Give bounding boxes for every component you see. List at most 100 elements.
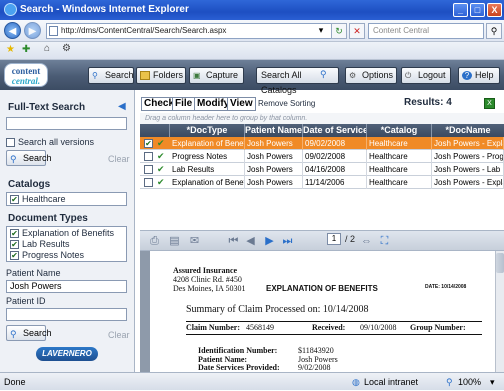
export-excel-icon[interactable]: X bbox=[484, 98, 495, 109]
row-checkbox[interactable] bbox=[144, 178, 153, 187]
forward-button[interactable]: ▶ bbox=[24, 22, 41, 39]
cell-docname: Josh Powers - Lab Res bbox=[432, 163, 504, 176]
index-clear-link[interactable]: Clear bbox=[108, 330, 130, 340]
stop-icon[interactable]: ✕ bbox=[349, 23, 365, 39]
doc-received-value: 09/10/2008 bbox=[360, 323, 397, 332]
doc-address-2: Des Moines, IA 50301 bbox=[173, 284, 246, 293]
folders-button[interactable]: Folders bbox=[136, 67, 186, 84]
zoom-icon[interactable]: ⚲ bbox=[446, 373, 453, 391]
fullscreen-icon[interactable]: ⛶ bbox=[378, 235, 391, 247]
header-patient-name[interactable]: Patient Name bbox=[245, 124, 303, 137]
search-sidebar: Full-Text Search ◀ Search all versions ⚲… bbox=[0, 90, 135, 372]
cell-catalog: Healthcare bbox=[367, 150, 432, 163]
address-dropdown-icon[interactable]: ▾ bbox=[313, 23, 329, 39]
doc-claim-label: Claim Number: bbox=[186, 323, 240, 332]
row-checkbox[interactable]: ✔ bbox=[144, 139, 153, 148]
search-icon: ⚲ bbox=[10, 154, 17, 164]
header-doctype[interactable]: *DocType bbox=[170, 124, 245, 137]
url-input[interactable]: http://dms/ContentCentral/Search/Search.… bbox=[46, 23, 336, 39]
zoom-level[interactable]: 100% bbox=[458, 373, 481, 391]
patient-id-input[interactable] bbox=[6, 308, 127, 321]
header-docname[interactable]: *DocName bbox=[432, 124, 504, 137]
patient-id-label: Patient ID bbox=[6, 296, 46, 306]
fulltext-search-label: Search bbox=[23, 153, 52, 163]
header-date-of-service[interactable]: Date of Service ▼ bbox=[303, 124, 367, 137]
search-all-versions-label: Search all versions bbox=[18, 137, 95, 147]
doctype-progress-notes-checkbox[interactable]: ✔ bbox=[10, 251, 19, 260]
row-checkbox[interactable] bbox=[144, 152, 153, 161]
close-button[interactable]: X bbox=[487, 3, 502, 17]
row-status-icon: ✔ bbox=[157, 151, 165, 161]
remove-sorting-link[interactable]: Remove Sorting bbox=[258, 99, 315, 108]
next-page-icon[interactable]: ▶ bbox=[263, 235, 276, 247]
maximize-button[interactable]: □ bbox=[470, 3, 485, 17]
cell-doctype: Explanation of Benefits bbox=[172, 176, 245, 189]
email-icon[interactable]: ✉ bbox=[188, 235, 201, 247]
menu-view[interactable]: View bbox=[227, 97, 256, 111]
capture-button[interactable]: ▣ Capture bbox=[189, 67, 244, 84]
doctype-eob-checkbox[interactable]: ✔ bbox=[10, 229, 19, 238]
cell-date: 04/16/2008 bbox=[303, 163, 367, 176]
home-icon[interactable]: ⌂ bbox=[44, 43, 50, 54]
menu-file[interactable]: File bbox=[172, 97, 196, 111]
search-button[interactable]: ⚲ Search bbox=[88, 67, 134, 84]
cell-catalog: Healthcare bbox=[367, 176, 432, 189]
search-all-versions-checkbox[interactable] bbox=[6, 138, 15, 147]
collapse-arrow-icon[interactable]: ◀ bbox=[118, 101, 126, 112]
catalogs-list: ✔ Healthcare bbox=[6, 192, 127, 206]
row-status-icon: ✔ bbox=[157, 138, 165, 148]
refresh-icon[interactable]: ↻ bbox=[331, 23, 347, 39]
doctype-progress-notes-label: Progress Notes bbox=[22, 250, 85, 260]
fit-width-icon[interactable]: ⇔ bbox=[360, 235, 373, 247]
table-row[interactable]: ✔ Explanation of BenefitsJosh Powers11/14… bbox=[140, 176, 504, 189]
row-status-icon: ✔ bbox=[157, 177, 165, 187]
fulltext-clear-link[interactable]: Clear bbox=[108, 154, 130, 164]
fulltext-search-input[interactable] bbox=[6, 117, 127, 130]
doc-ident-value: $11843920 bbox=[298, 346, 334, 355]
search-go-icon[interactable]: ⚲ bbox=[486, 23, 502, 39]
options-button[interactable]: ⚙ Options bbox=[345, 67, 397, 84]
cell-doctype: Explanation of Benefits bbox=[172, 137, 245, 150]
scroll-thumb[interactable] bbox=[496, 253, 504, 273]
catalog-healthcare-checkbox[interactable]: ✔ bbox=[10, 195, 19, 204]
index-search-button[interactable]: ⚲ Search bbox=[6, 325, 52, 341]
intranet-globe-icon: ◍ bbox=[352, 377, 360, 387]
folders-label: Folders bbox=[153, 70, 184, 80]
tools-gear-icon[interactable]: ⚙ bbox=[62, 43, 71, 54]
row-checkbox[interactable] bbox=[144, 165, 153, 174]
table-row[interactable]: ✔ Progress Notes Josh Powers 09/02/2008 Heal… bbox=[140, 150, 504, 163]
cell-date: 11/14/2006 bbox=[303, 176, 367, 189]
document-types-title: Document Types bbox=[8, 213, 88, 224]
header-catalog[interactable]: *Catalog bbox=[367, 124, 432, 137]
help-button[interactable]: ? Help bbox=[458, 67, 500, 84]
viewer-scrollbar[interactable] bbox=[495, 251, 504, 372]
cell-patient: Josh Powers bbox=[245, 163, 303, 176]
table-row[interactable]: ✔ ✔ Explanation of BenefitsJosh Powers09/0… bbox=[140, 137, 504, 150]
doctype-lab-results-checkbox[interactable]: ✔ bbox=[10, 240, 19, 249]
back-button[interactable]: ◀ bbox=[4, 22, 21, 39]
table-row[interactable]: ✔ Lab Results Josh Powers 04/16/2008 Healthc… bbox=[140, 163, 504, 176]
fulltext-search-button[interactable]: ⚲ Search bbox=[6, 150, 52, 166]
vendor-logo: LAVERNERO bbox=[36, 347, 98, 361]
page-number-input[interactable]: 1 bbox=[327, 233, 341, 245]
logout-button[interactable]: ⏻ Logout bbox=[401, 67, 451, 84]
browser-search-input[interactable]: Content Central bbox=[368, 23, 484, 39]
previous-page-icon[interactable]: ◀ bbox=[244, 235, 257, 247]
last-page-icon[interactable]: ⏭ bbox=[281, 235, 294, 247]
add-favorite-icon[interactable]: ✚ bbox=[22, 44, 30, 55]
doc-address-1: 4208 Clinic Rd. #450 bbox=[173, 275, 242, 284]
first-page-icon[interactable]: ⏮ bbox=[227, 235, 240, 247]
cell-patient: Josh Powers bbox=[245, 150, 303, 163]
help-icon: ? bbox=[462, 71, 472, 80]
logo-line1: content bbox=[11, 66, 41, 76]
minimize-button[interactable]: _ bbox=[453, 3, 468, 17]
window-title-bar[interactable]: Search - Windows Internet Explorer _ □ X bbox=[0, 0, 504, 20]
print-icon[interactable]: ⎙ bbox=[148, 235, 161, 247]
cell-patient: Josh Powers bbox=[245, 137, 303, 150]
help-label: Help bbox=[475, 70, 494, 80]
favorites-star-icon[interactable]: ★ bbox=[6, 44, 15, 55]
save-icon[interactable]: ▤ bbox=[168, 235, 181, 247]
logout-label: Logout bbox=[418, 70, 446, 80]
zoom-dropdown-icon[interactable]: ▾ bbox=[490, 373, 495, 391]
patient-name-input[interactable]: Josh Powers bbox=[6, 280, 127, 293]
